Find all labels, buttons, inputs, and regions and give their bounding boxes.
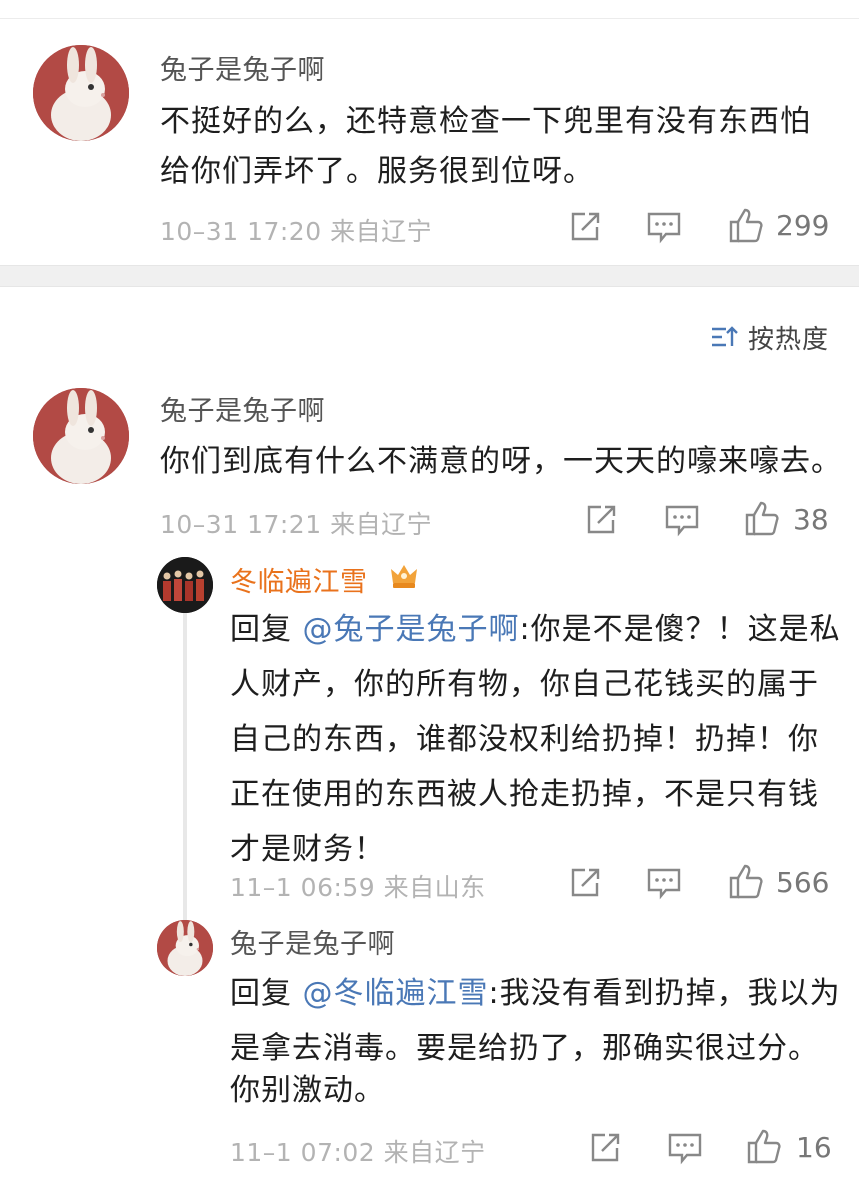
share-icon[interactable] <box>568 210 602 244</box>
like-count: 16 <box>796 1131 832 1164</box>
comment-icon[interactable] <box>667 1131 703 1165</box>
thumbs-up-icon[interactable] <box>745 1127 783 1165</box>
reply-username[interactable]: 冬临遍江雪 <box>230 560 368 599</box>
like-count: 566 <box>776 866 830 899</box>
thumbs-up-icon[interactable] <box>727 862 765 900</box>
comment-icon[interactable] <box>664 503 700 537</box>
sort-label: 按热度 <box>747 324 829 355</box>
crown-badge-icon <box>389 561 419 591</box>
reply-text-line: 自己的东西，谁都没权利给扔掉！扔掉！你 <box>230 722 819 757</box>
comment-icon[interactable] <box>646 866 682 900</box>
rabbit-avatar-image <box>157 920 213 976</box>
share-icon[interactable] <box>568 866 602 900</box>
comment-meta: 10–31 17:21 来自辽宁 <box>160 510 433 539</box>
comment-icon[interactable] <box>646 210 682 244</box>
reply-username[interactable]: 兔子是兔子啊 <box>230 922 395 961</box>
share-icon[interactable] <box>588 1131 622 1165</box>
reply-text-line: 你别激动。 <box>230 1073 385 1108</box>
sort-toggle[interactable]: 按热度 <box>710 320 829 355</box>
thumbs-up-icon[interactable] <box>743 499 781 537</box>
thumbs-up-icon[interactable] <box>727 206 765 244</box>
avatar[interactable] <box>157 557 213 613</box>
mention-link[interactable]: @冬临遍江雪 <box>303 976 489 1011</box>
reply-meta: 11–1 06:59 来自山东 <box>230 873 486 902</box>
share-icon[interactable] <box>584 503 618 537</box>
rabbit-avatar-image <box>33 388 129 484</box>
comment-text-line: 不挺好的么，还特意检查一下兜里有没有东西怕 <box>160 104 811 139</box>
group-photo-avatar-image <box>157 557 213 613</box>
reply-meta: 11–1 07:02 来自辽宁 <box>230 1138 486 1167</box>
rabbit-avatar-image <box>33 45 129 141</box>
comment-meta: 10–31 17:20 来自辽宁 <box>160 217 433 246</box>
comment-text-line: 给你们弄坏了。服务很到位呀。 <box>160 154 594 189</box>
reply-text-line: 回复 @冬临遍江雪:我没有看到扔掉，我以为 <box>230 976 841 1011</box>
sort-icon <box>711 326 738 347</box>
reply-text-line: 正在使用的东西被人抢走扔掉，不是只有钱 <box>230 777 819 812</box>
avatar[interactable] <box>157 920 213 976</box>
like-count: 38 <box>793 503 829 536</box>
like-count: 299 <box>776 209 830 242</box>
reply-text-line: 人财产，你的所有物，你自己花钱买的属于 <box>230 667 819 702</box>
mention-link[interactable]: @兔子是兔子啊 <box>303 612 520 647</box>
avatar[interactable] <box>33 45 129 141</box>
thread-line <box>183 610 187 920</box>
comment-username[interactable]: 兔子是兔子啊 <box>160 48 325 87</box>
comment-feed: 兔子是兔子啊 不挺好的么，还特意检查一下兜里有没有东西怕 给你们弄坏了。服务很到… <box>0 0 859 1200</box>
comment-text: 你们到底有什么不满意的呀，一天天的嚎来嚎去。 <box>160 444 842 479</box>
divider <box>0 18 859 19</box>
avatar[interactable] <box>33 388 129 484</box>
comment-username[interactable]: 兔子是兔子啊 <box>160 389 325 428</box>
section-divider <box>0 265 859 287</box>
reply-text-line: 回复 @兔子是兔子啊:你是不是傻？！这是私 <box>230 612 841 647</box>
